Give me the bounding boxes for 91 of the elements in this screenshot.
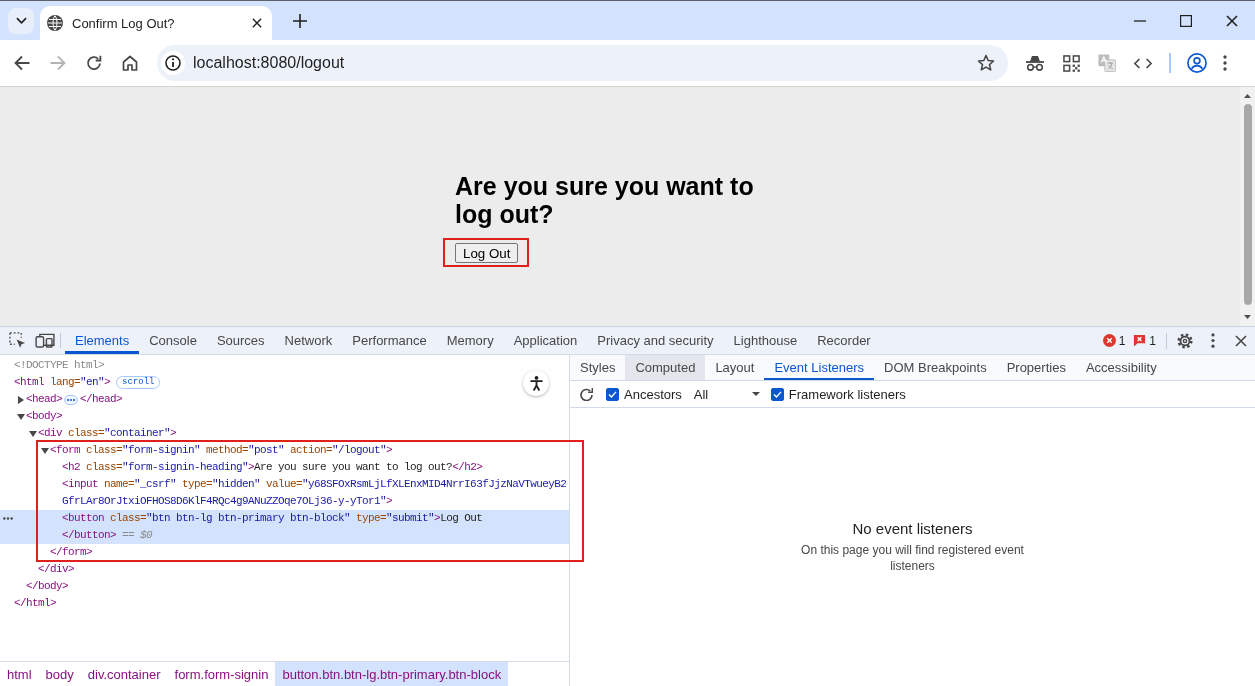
more-menu-icon[interactable] bbox=[1223, 55, 1227, 71]
devtools-tab[interactable]: Recorder bbox=[807, 327, 881, 354]
closing-tag[interactable]: </form> bbox=[50, 544, 92, 561]
closing-tag[interactable]: </button> == $0 bbox=[62, 527, 153, 544]
checkbox-label[interactable]: Ancestors bbox=[624, 386, 682, 402]
address-bar[interactable]: localhost:8080/logout bbox=[157, 45, 1008, 81]
event-type-dropdown[interactable]: All bbox=[693, 386, 763, 402]
globe-icon bbox=[47, 15, 63, 31]
maximize-icon[interactable] bbox=[1180, 14, 1192, 27]
dom-node-line[interactable]: <head> bbox=[26, 391, 62, 408]
closing-tag[interactable]: </div> bbox=[38, 561, 74, 578]
device-toolbar-icon[interactable] bbox=[35, 333, 55, 348]
ellipsis-icon[interactable] bbox=[64, 394, 78, 405]
plus-icon[interactable] bbox=[293, 13, 307, 28]
devtools-tab[interactable]: Sources bbox=[206, 327, 275, 354]
breadcrumb[interactable]: html bbox=[0, 662, 39, 686]
dom-node-line[interactable]: <button class="btn btn-lg btn-primary btn-block" type="submit">Log Out bbox=[62, 510, 483, 527]
checkbox[interactable] bbox=[606, 387, 619, 401]
chevron-down-icon bbox=[15, 17, 27, 24]
closing-tag[interactable]: </body> bbox=[26, 578, 68, 595]
panel-tab[interactable]: Properties bbox=[996, 355, 1076, 380]
issue-icon bbox=[1133, 334, 1147, 347]
panel-tab[interactable]: Event Listeners bbox=[764, 355, 875, 380]
breadcrumb[interactable]: form.form-signin bbox=[167, 662, 276, 686]
ellipsis-icon[interactable] bbox=[3, 517, 13, 520]
dom-node-line[interactable]: <!DOCTYPE html> bbox=[14, 357, 105, 374]
disclosure-triangle-icon[interactable] bbox=[41, 447, 49, 454]
caret-icon bbox=[751, 392, 760, 396]
browser-tab[interactable]: Confirm Log Out? bbox=[40, 6, 272, 40]
devtools-tab[interactable]: Elements bbox=[65, 327, 140, 354]
devtools-tab[interactable]: Console bbox=[139, 327, 207, 354]
person-icon bbox=[529, 375, 543, 391]
dom-node-line[interactable]: <body> bbox=[26, 408, 62, 425]
refresh-icon[interactable] bbox=[579, 387, 593, 401]
inspect-icon[interactable] bbox=[8, 332, 26, 349]
panel-tab[interactable]: Layout bbox=[705, 355, 765, 380]
devtools-tab[interactable]: Application bbox=[503, 327, 588, 354]
minimize-icon[interactable] bbox=[1134, 19, 1146, 22]
dom-node-line[interactable]: <form class="form-signin" method="post" action="/logout"> bbox=[50, 442, 393, 459]
back-arrow-icon[interactable] bbox=[14, 55, 30, 71]
star-icon[interactable] bbox=[977, 54, 995, 72]
hat-glasses-icon[interactable] bbox=[1025, 55, 1045, 71]
issue-counter-button[interactable]: 1 bbox=[1133, 333, 1156, 348]
home-icon[interactable] bbox=[122, 55, 138, 71]
panel-tab[interactable]: DOM Breakpoints bbox=[874, 355, 997, 380]
breadcrumb[interactable]: body bbox=[38, 662, 81, 686]
devtools-tab[interactable]: Memory bbox=[436, 327, 504, 354]
page-heading: Are you sure you want to log out? bbox=[455, 172, 755, 228]
dom-node-line[interactable]: <h2 class="form-signin-heading">Are you sure you want to log out?</h2> bbox=[62, 459, 483, 476]
tab-search-button[interactable] bbox=[8, 7, 34, 34]
checkmark-icon bbox=[772, 390, 782, 398]
checkmark-icon bbox=[608, 390, 617, 398]
reload-icon[interactable] bbox=[86, 55, 102, 71]
dom-node-line[interactable]: <div class="container"> bbox=[38, 425, 177, 442]
more-menu-icon[interactable] bbox=[1211, 333, 1215, 348]
close-icon[interactable] bbox=[252, 18, 262, 28]
closing-tag[interactable]: </html> bbox=[14, 595, 56, 612]
devtools-tab[interactable]: Network bbox=[274, 327, 343, 354]
scrollbar-thumb[interactable] bbox=[1243, 104, 1252, 305]
info-icon[interactable] bbox=[161, 51, 185, 75]
devtools-tab[interactable]: Lighthouse bbox=[723, 327, 808, 354]
checkbox[interactable] bbox=[770, 387, 784, 401]
settings-icon[interactable] bbox=[1177, 332, 1193, 349]
scrollbar[interactable] bbox=[1240, 87, 1255, 326]
disclosure-triangle-icon[interactable] bbox=[18, 395, 24, 404]
dom-node-line[interactable]: <input name="_csrf" type="hidden" value="y68SFOxRsmLjLfXLEnxMID4NrrI63fJjzNaVTwueyB2GfrLAr8OrJtxiOFHOS8D6KlF4RQc4g9ANuZZOqe7OLj36-y-yTor1"> bbox=[62, 476, 569, 510]
empty-state-title: No event listeners bbox=[852, 520, 973, 537]
qr-code-icon[interactable] bbox=[1062, 54, 1080, 72]
devtools-tab[interactable]: Privacy and security bbox=[587, 327, 724, 354]
profile-icon[interactable] bbox=[1187, 53, 1207, 73]
disclosure-triangle-icon[interactable] bbox=[29, 430, 37, 437]
code-icon[interactable] bbox=[1134, 57, 1152, 69]
dom-node-line[interactable]: <html lang="en"> bbox=[14, 374, 111, 391]
log-out-button[interactable]: Log Out bbox=[455, 243, 519, 263]
devtools-tab[interactable]: Performance bbox=[342, 327, 437, 354]
close-icon[interactable] bbox=[1226, 14, 1238, 27]
breadcrumb[interactable]: button.btn.btn-lg.btn-primary.btn-block bbox=[275, 662, 509, 686]
panel-tab[interactable]: Styles bbox=[570, 355, 626, 380]
checkbox-label[interactable]: Framework listeners bbox=[788, 386, 906, 402]
scroll-down-arrow-icon[interactable] bbox=[1244, 315, 1251, 319]
error-counter-button[interactable]: 1 bbox=[1102, 333, 1126, 348]
closing-tag[interactable]: </head> bbox=[80, 391, 123, 408]
empty-state-message: On this page you will find registered event listeners bbox=[800, 542, 1025, 574]
disclosure-triangle-icon[interactable] bbox=[17, 413, 25, 420]
error-icon bbox=[1102, 334, 1116, 347]
accessibility-button[interactable] bbox=[523, 370, 549, 396]
breadcrumb[interactable]: div.container bbox=[80, 662, 168, 686]
panel-tab[interactable]: Computed bbox=[625, 355, 706, 380]
scroll-up-arrow-icon[interactable] bbox=[1244, 94, 1251, 98]
close-icon[interactable] bbox=[1235, 334, 1247, 347]
panel-tab[interactable]: Accessibility bbox=[1075, 355, 1167, 380]
